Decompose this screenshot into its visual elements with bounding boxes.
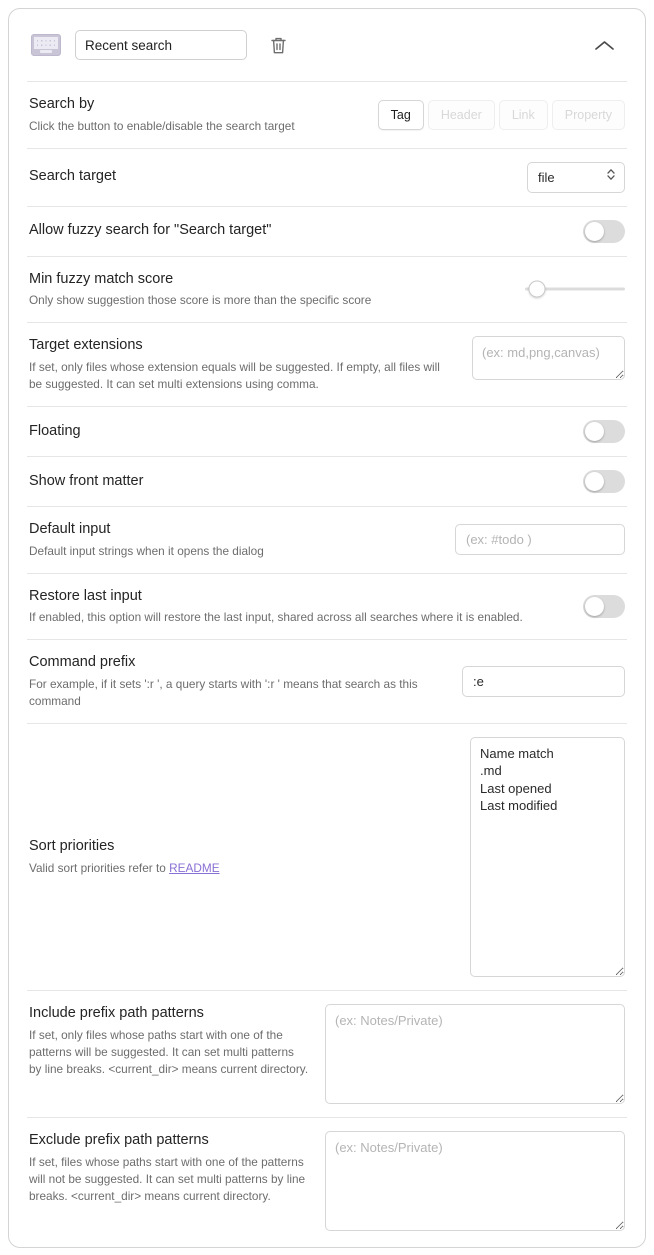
sort-priorities-textarea[interactable] [470, 737, 625, 977]
setting-description: If set, files whose paths start with one… [29, 1154, 309, 1205]
command-prefix-field[interactable] [462, 666, 625, 697]
setting-description: Valid sort priorities refer to README [29, 860, 454, 877]
search-by-tag-button[interactable]: Tag [378, 100, 424, 130]
search-by-header-button[interactable]: Header [428, 100, 495, 130]
toggle-knob [585, 422, 604, 441]
setting-description: Click the button to enable/disable the s… [29, 118, 362, 135]
setting-name: Search by [29, 95, 362, 115]
setting-row-floating: Floating [27, 406, 627, 456]
include-prefix-path-patterns-textarea[interactable] [325, 1004, 625, 1104]
setting-name: Default input [29, 520, 439, 540]
setting-description: If set, only files whose extension equal… [29, 359, 456, 393]
search-by-property-button[interactable]: Property [552, 100, 625, 130]
setting-row-min-fuzzy-match-score: Min fuzzy match score Only show suggesti… [27, 256, 627, 323]
readme-link[interactable]: README [169, 861, 219, 875]
setting-row-exclude-prefix-path-patterns: Exclude prefix path patterns If set, fil… [27, 1117, 627, 1244]
show-front-matter-toggle[interactable] [583, 470, 625, 493]
setting-row-command-prefix: Command prefix For example, if it sets '… [27, 639, 627, 723]
setting-name: Target extensions [29, 336, 456, 356]
setting-name: Show front matter [29, 472, 567, 492]
setting-name: Exclude prefix path patterns [29, 1131, 309, 1151]
setting-description-text: Valid sort priorities refer to [29, 861, 169, 875]
setting-name: Min fuzzy match score [29, 270, 509, 290]
delete-search-button[interactable] [265, 32, 291, 58]
setting-description: Default input strings when it opens the … [29, 543, 439, 560]
setting-name: Command prefix [29, 653, 446, 673]
setting-name: Floating [29, 422, 567, 442]
setting-row-show-front-matter: Show front matter [27, 456, 627, 506]
restore-last-input-toggle[interactable] [583, 595, 625, 618]
setting-name: Sort priorities [29, 837, 454, 857]
setting-row-restore-last-input: Restore last input If enabled, this opti… [27, 573, 627, 640]
setting-row-default-input: Default input Default input strings when… [27, 506, 627, 573]
exclude-prefix-path-patterns-textarea[interactable] [325, 1131, 625, 1231]
toggle-knob [585, 472, 604, 491]
setting-row-sort-priorities: Sort priorities Valid sort priorities re… [27, 723, 627, 990]
chevron-up-icon [594, 39, 615, 52]
keyboard-icon [31, 34, 61, 56]
setting-name: Include prefix path patterns [29, 1004, 309, 1024]
search-target-select-wrap: file [527, 162, 625, 193]
setting-row-allow-fuzzy-search: Allow fuzzy search for "Search target" [27, 206, 627, 256]
target-extensions-textarea[interactable] [472, 336, 625, 380]
setting-description: For example, if it sets ':r ', a query s… [29, 676, 446, 710]
setting-name: Allow fuzzy search for "Search target" [29, 221, 567, 241]
search-target-select[interactable]: file [527, 162, 625, 193]
default-input-field[interactable] [455, 524, 625, 555]
min-fuzzy-match-score-slider[interactable] [525, 279, 625, 299]
setting-description: If enabled, this option will restore the… [29, 609, 567, 626]
setting-description: Only show suggestion those score is more… [29, 292, 509, 309]
panel-header [27, 9, 627, 81]
search-by-button-group: Tag Header Link Property [378, 100, 625, 130]
search-by-link-button[interactable]: Link [499, 100, 548, 130]
floating-toggle[interactable] [583, 420, 625, 443]
setting-row-include-prefix-path-patterns: Include prefix path patterns If set, onl… [27, 990, 627, 1117]
trash-icon [270, 36, 287, 55]
setting-row-search-by: Search by Click the button to enable/dis… [27, 81, 627, 148]
search-settings-panel: Search by Click the button to enable/dis… [8, 8, 646, 1248]
collapse-panel-button[interactable] [589, 30, 619, 60]
setting-name: Search target [29, 167, 511, 187]
allow-fuzzy-search-toggle[interactable] [583, 220, 625, 243]
search-name-input[interactable] [75, 30, 247, 60]
setting-description: If set, only files whose paths start wit… [29, 1027, 309, 1078]
setting-name: Restore last input [29, 587, 567, 607]
toggle-knob [585, 597, 604, 616]
setting-row-target-extensions: Target extensions If set, only files who… [27, 322, 627, 406]
toggle-knob [585, 222, 604, 241]
setting-row-search-target: Search target file [27, 148, 627, 206]
slider-thumb[interactable] [529, 281, 546, 298]
